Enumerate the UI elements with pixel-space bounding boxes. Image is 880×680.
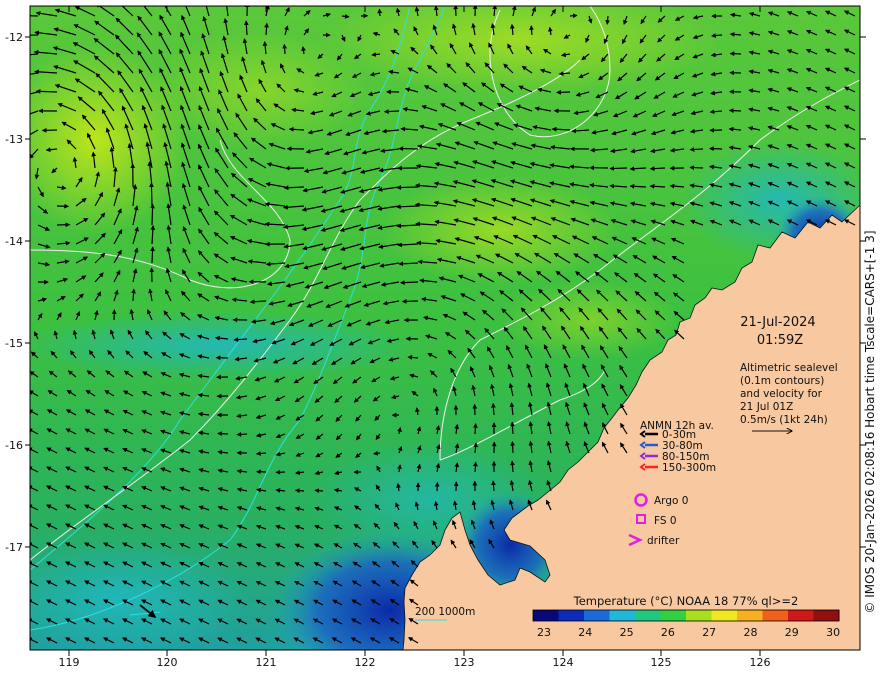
anmn-legend-item: 150-300m <box>662 462 716 474</box>
colorbar-tick: 23 <box>537 626 551 639</box>
desc-line: Altimetric sealevel <box>740 362 838 374</box>
marker-label-argo: Argo 0 <box>654 495 688 507</box>
x-tick-label: 119 <box>59 656 80 669</box>
desc-line: and velocity for <box>740 388 823 400</box>
plot-area <box>30 6 860 650</box>
desc-line: (0.1m contours) <box>740 375 824 387</box>
colorbar-tick: 24 <box>578 626 592 639</box>
y-tick-label: -12 <box>5 31 23 44</box>
y-tick-label: -15 <box>5 337 23 350</box>
sst-map: 119 120 121 122 123 124 125 126 -12 -13 -14 -15 -16… <box>5 5 877 669</box>
y-tick-label: -14 <box>5 235 23 248</box>
x-tick-label: 121 <box>256 656 277 669</box>
depth-legend: 200 1000m <box>415 606 475 621</box>
y-tick-label: -17 <box>5 541 23 554</box>
depth-legend-label: 200 1000m <box>415 606 475 618</box>
colorbar-tick: 28 <box>744 626 758 639</box>
colorbar-tick: 26 <box>661 626 675 639</box>
colorbar-tick: 29 <box>785 626 799 639</box>
colorbar-tick: 30 <box>826 626 840 639</box>
marker-label-fs: FS 0 <box>654 515 677 527</box>
copyright-text: © IMOS 20-Jan-2026 02:08:16 Hobart time … <box>863 230 877 613</box>
y-tick-label: -13 <box>5 133 23 146</box>
map-date: 21-Jul-2024 <box>740 315 815 330</box>
colorbar-tick: 25 <box>620 626 634 639</box>
marker-label-drifter: drifter <box>647 535 680 547</box>
y-tick-label: -16 <box>5 439 23 452</box>
x-tick-label: 123 <box>454 656 475 669</box>
x-tick-label: 125 <box>651 656 672 669</box>
x-tick-label: 122 <box>355 656 376 669</box>
x-tick-label: 124 <box>553 656 574 669</box>
x-tick-label: 126 <box>750 656 771 669</box>
map-time: 01:59Z <box>757 333 803 348</box>
colorbar-title: Temperature (°C) NOAA 18 77% ql>=2 <box>573 594 799 608</box>
desc-line: 0.5m/s (1kt 24h) <box>740 414 828 426</box>
desc-line: 21 Jul 01Z <box>740 401 793 413</box>
x-tick-label: 120 <box>157 656 178 669</box>
colorbar-tick: 27 <box>702 626 716 639</box>
